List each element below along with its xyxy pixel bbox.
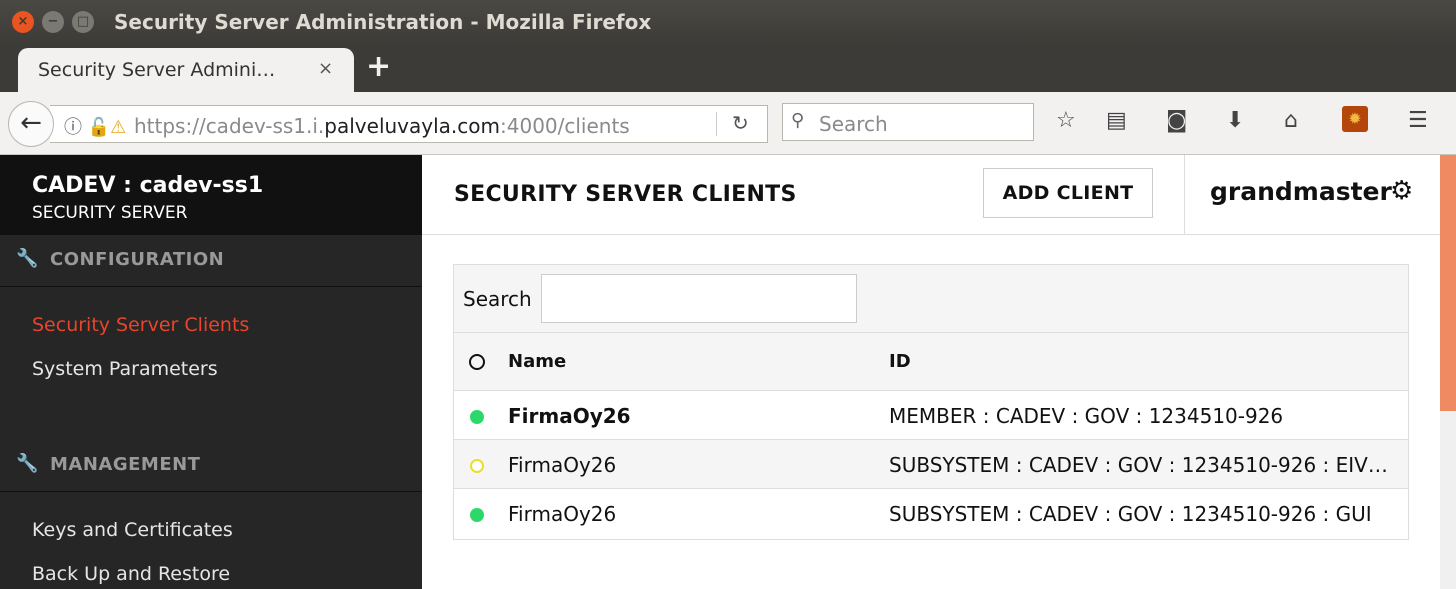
extension-icon[interactable]: ✹ <box>1342 106 1368 132</box>
page-title: SECURITY SERVER CLIENTS <box>454 182 797 207</box>
tab-strip: Security Server Admini… × + <box>0 45 1456 92</box>
client-name: FirmaOy26 <box>508 404 631 428</box>
status-yellow-icon <box>470 459 484 473</box>
reading-list-icon[interactable]: ▤ <box>1106 108 1127 133</box>
pocket-icon[interactable]: ◙ <box>1166 108 1187 133</box>
window-close-button[interactable]: × <box>12 11 34 33</box>
client-name: FirmaOy26 <box>508 502 617 526</box>
bookmark-star-icon[interactable]: ☆ <box>1056 108 1076 133</box>
main-content: SECURITY SERVER CLIENTS ADD CLIENT grand… <box>422 155 1440 589</box>
table-header: Name ID <box>454 333 1408 391</box>
scrollbar-thumb[interactable] <box>1440 155 1456 411</box>
status-green-icon <box>470 410 484 424</box>
client-id: SUBSYSTEM : CADEV : GOV : 1234510-926 : … <box>889 453 1388 477</box>
client-id: MEMBER : CADEV : GOV : 1234510-926 <box>889 404 1284 428</box>
window-maximize-button[interactable]: □ <box>72 11 94 33</box>
page-header: SECURITY SERVER CLIENTS ADD CLIENT grand… <box>422 155 1440 235</box>
sidebar-item-back-up-and-restore[interactable]: Back Up and Restore <box>32 563 230 585</box>
tab-close-icon[interactable]: × <box>318 58 333 79</box>
sidebar-item-keys-and-certificates[interactable]: Keys and Certificates <box>32 519 233 541</box>
window-minimize-button[interactable]: − <box>42 11 64 33</box>
navigation-bar: ⓘ 🔓⚠ https://cadev-ss1.i.palveluvayla.co… <box>0 92 1456 155</box>
url-divider <box>716 112 717 136</box>
sidebar-item-security-server-clients[interactable]: Security Server Clients <box>32 314 249 336</box>
browser-tab[interactable]: Security Server Admini… × <box>18 48 354 92</box>
download-icon[interactable]: ⬇ <box>1226 108 1244 133</box>
section-configuration: 🔧 CONFIGURATION <box>0 235 422 287</box>
tab-label: Security Server Admini… <box>38 59 276 81</box>
window-titlebar: × − □ Security Server Administration - M… <box>0 0 1456 45</box>
server-subtitle: SECURITY SERVER <box>32 203 188 223</box>
table-row[interactable]: FirmaOy26 SUBSYSTEM : CADEV : GOV : 1234… <box>454 489 1408 538</box>
gear-icon[interactable]: ⚙ <box>1390 176 1413 206</box>
menu-icon[interactable]: ☰ <box>1408 108 1428 133</box>
table-row[interactable]: FirmaOy26 MEMBER : CADEV : GOV : 1234510… <box>454 391 1408 440</box>
column-header-id[interactable]: ID <box>889 351 911 372</box>
client-name: FirmaOy26 <box>508 453 617 477</box>
server-header: CADEV : cadev-ss1 SECURITY SERVER <box>0 155 422 235</box>
site-info-icons[interactable]: ⓘ 🔓⚠ <box>64 113 126 139</box>
search-icon: ⚲ <box>791 110 805 131</box>
reload-icon[interactable]: ↻ <box>732 111 749 135</box>
wrench-icon: 🔧 <box>16 453 39 474</box>
search-input[interactable] <box>541 274 857 323</box>
url-text[interactable]: https://cadev-ss1.i.palveluvayla.com:400… <box>134 114 630 138</box>
page-scrollbar[interactable] <box>1440 155 1456 589</box>
sidebar: CADEV : cadev-ss1 SECURITY SERVER 🔧 CONF… <box>0 155 422 589</box>
window-title: Security Server Administration - Mozilla… <box>114 10 652 34</box>
wrench-icon: 🔧 <box>16 248 39 269</box>
home-icon[interactable]: ⌂ <box>1284 108 1298 133</box>
status-column-icon[interactable] <box>469 354 485 370</box>
section-label: CONFIGURATION <box>50 249 225 270</box>
search-label: Search <box>463 287 532 311</box>
table-search-row: Search <box>454 265 1408 333</box>
client-id: SUBSYSTEM : CADEV : GOV : 1234510-926 : … <box>889 502 1372 526</box>
add-client-button[interactable]: ADD CLIENT <box>983 168 1153 218</box>
new-tab-button[interactable]: + <box>366 49 391 84</box>
clients-table-panel: Search Name ID FirmaOy26 MEMBER : CADEV … <box>453 264 1409 540</box>
lock-icon: 🔓 <box>87 117 111 138</box>
url-bar[interactable]: ⓘ 🔓⚠ https://cadev-ss1.i.palveluvayla.co… <box>50 105 768 143</box>
username[interactable]: grandmaster <box>1210 177 1392 206</box>
status-green-icon <box>470 508 484 522</box>
search-placeholder: Search <box>819 112 888 136</box>
table-row[interactable]: FirmaOy26 SUBSYSTEM : CADEV : GOV : 1234… <box>454 440 1408 489</box>
section-label: MANAGEMENT <box>50 454 201 475</box>
browser-search-input[interactable]: ⚲ Search <box>782 103 1034 141</box>
back-button[interactable]: ← <box>8 101 54 147</box>
warning-icon: ⚠ <box>110 117 127 138</box>
column-header-name[interactable]: Name <box>508 351 566 372</box>
sidebar-item-system-parameters[interactable]: System Parameters <box>32 358 218 380</box>
server-title: CADEV : cadev-ss1 <box>32 173 264 198</box>
header-divider <box>1184 155 1185 235</box>
back-arrow-icon: ← <box>20 108 42 138</box>
section-management: 🔧 MANAGEMENT <box>0 440 422 492</box>
